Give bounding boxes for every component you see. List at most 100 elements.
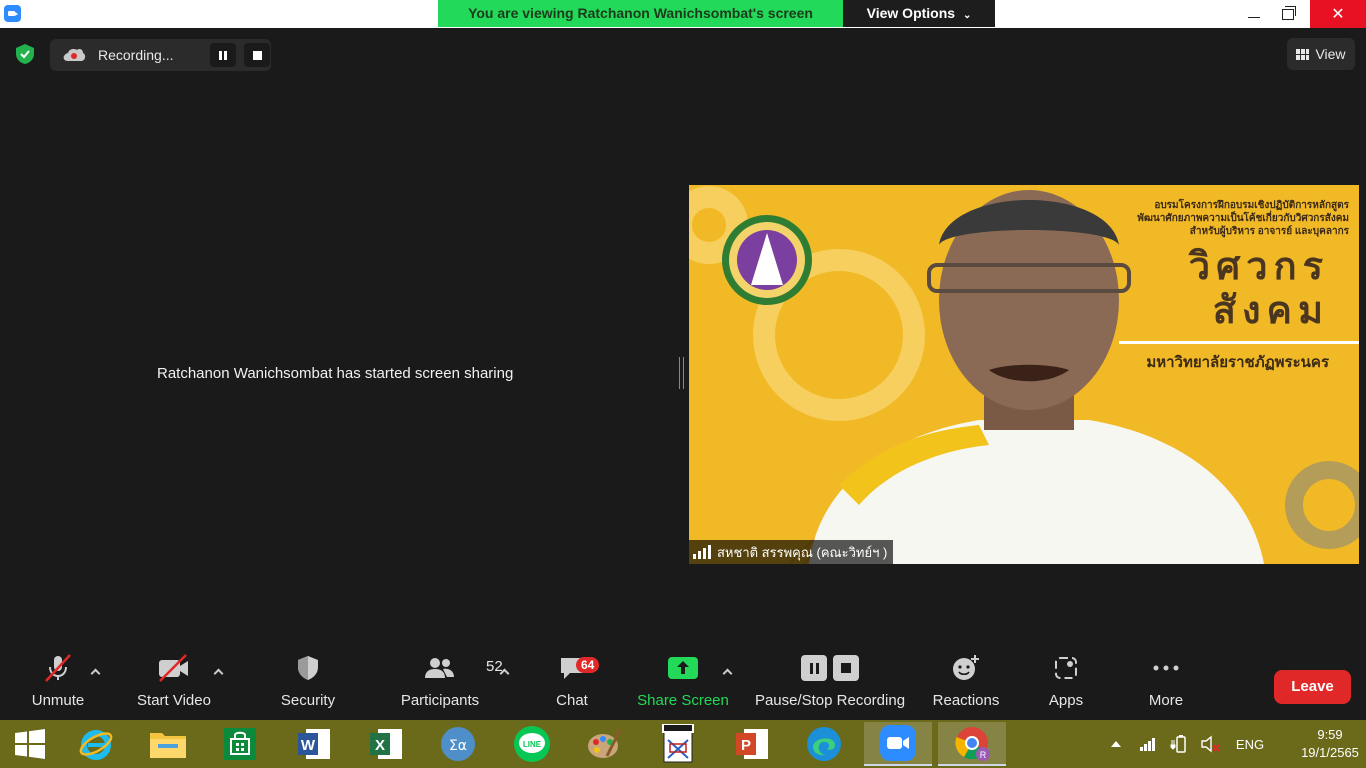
more-dots-icon [1153,665,1179,671]
svg-text:P: P [741,737,751,754]
windows-taskbar: W X Σα LINE P R ENG 9:59 19/1/2565 [0,720,1366,768]
taskbar-word[interactable]: W [280,722,348,766]
start-button[interactable] [0,722,60,766]
chrome-icon: R [955,727,990,761]
reactions-button[interactable]: Reactions [930,648,1002,720]
video-banner-university: มหาวิทยาลัยราชภัฏพระนคร [1146,354,1329,371]
participants-options-caret[interactable] [499,668,511,680]
windows-logo-icon [15,729,45,759]
participant-name: สหชาติ สรรพคุณ (คณะวิทย์ฯ ) [717,544,888,560]
taskbar-powerpoint[interactable]: P [718,722,786,766]
svg-text:LINE: LINE [523,740,542,749]
video-banner-title-line: พัฒนาศักยภาพความเป็นโค้ชเกี่ยวกับวิศวกรส… [1137,213,1349,224]
taskbar-clock[interactable]: 9:59 19/1/2565 [1300,726,1360,762]
participants-icon [425,658,454,678]
svg-text:R: R [980,750,987,760]
taskbar-excel[interactable]: X [352,722,420,766]
caret-up-icon [722,668,733,679]
svg-text:Σα: Σα [449,738,467,754]
pause-stop-recording-label: Pause/Stop Recording [754,692,906,709]
participants-button[interactable]: 52 Participants [398,648,503,720]
folder-icon [150,733,186,758]
reactions-smiley-icon [953,655,979,680]
pause-recording-button[interactable] [210,43,236,67]
chevron-up-icon [1111,741,1121,747]
volume-tray-icon[interactable] [1198,720,1222,768]
show-hidden-icons-button[interactable] [1104,720,1128,768]
share-screen-icon [668,657,698,679]
video-banner-title-line: อบรมโครงการฝึกอบรมเชิงปฏิบัติการหลักสูตร [1154,200,1349,211]
excel-icon: X [370,729,402,759]
security-button[interactable]: Security [276,648,340,720]
taskbar-paint[interactable] [570,722,638,766]
video-banner-title: อบรมโครงการฝึกอบรมเชิงปฏิบัติการหลักสูตร… [1089,199,1349,238]
unmute-button[interactable]: Unmute [28,648,88,720]
apps-label: Apps [1048,692,1084,709]
connection-signal-icon [693,545,711,559]
more-button[interactable]: More [1142,648,1190,720]
battery-tray-icon[interactable] [1168,720,1192,768]
taskbar-edge[interactable] [790,722,858,766]
title-bar: You are viewing Ratchanon Wanichsombat's… [0,0,1366,28]
taskbar-lisrel[interactable] [644,722,712,766]
taskbar-zoom[interactable] [864,722,932,766]
reactions-label: Reactions [932,692,1000,709]
more-label: More [1148,692,1184,709]
video-background-graphic [689,185,1359,564]
taskbar-line[interactable]: LINE [498,722,566,766]
apps-icon [1055,657,1077,679]
start-video-button[interactable]: Start Video [134,648,214,720]
apps-button[interactable]: Apps [1042,648,1090,720]
cloud-recording-icon [63,49,86,61]
muted-microphone-icon [45,654,71,682]
word-icon: W [298,729,330,759]
video-off-icon [159,654,188,682]
share-options-caret[interactable] [722,668,734,680]
stop-recording-button[interactable] [244,43,270,67]
meeting-area: Recording... View Ratchanon Wanichsombat… [0,28,1366,720]
recording-label: Recording... [98,47,174,63]
view-options-label: View Options [866,5,956,21]
panel-resize-handle[interactable] [679,357,684,389]
taskbar-store[interactable] [206,722,274,766]
lisrel-icon [662,724,694,763]
battery-plug-icon [1170,735,1186,753]
participant-video-tile[interactable]: อบรมโครงการฝึกอบรมเชิงปฏิบัติการหลักสูตร… [689,185,1359,564]
maximize-button[interactable] [1268,0,1308,28]
caret-up-icon [499,668,510,679]
recording-indicator: Recording... [50,39,271,71]
taskbar-file-explorer[interactable] [134,722,202,766]
video-banner-headline: วิศวกร สังคม [1189,245,1329,333]
chat-button[interactable]: 64 Chat [548,648,600,720]
unmute-label: Unmute [31,692,85,709]
taskbar-chrome[interactable]: R [938,722,1006,766]
screen-share-message: Ratchanon Wanichsombat has started scree… [157,365,514,382]
restore-icon [1282,5,1296,20]
grid-view-icon [1296,48,1310,60]
participants-label: Participants [400,692,480,709]
volume-muted-icon [1201,735,1220,753]
participant-name-tag: สหชาติ สรรพคุณ (คณะวิทย์ฯ ) [689,540,894,564]
audio-options-caret[interactable] [90,668,102,680]
network-tray-icon[interactable] [1136,720,1160,768]
leave-button[interactable]: Leave [1274,670,1351,704]
stop-icon [252,50,262,60]
view-button[interactable]: View [1287,38,1355,70]
view-options-button[interactable]: View Options ⌄ [843,0,995,27]
pause-stop-recording-button[interactable]: Pause/Stop Recording [754,648,906,720]
video-options-caret[interactable] [213,668,225,680]
caret-up-icon [213,668,224,679]
edge-browser-icon [807,727,841,761]
video-banner-headline-line: วิศวกร [1188,246,1329,288]
taskbar-internet-explorer[interactable] [62,722,130,766]
clock-date: 19/1/2565 [1301,745,1359,760]
video-banner-headline-line: สังคม [1212,290,1329,332]
pause-recording-icon [801,655,827,681]
share-screen-button[interactable]: Share Screen [636,648,730,720]
close-button[interactable]: ✕ [1310,0,1366,28]
language-indicator[interactable]: ENG [1230,720,1270,768]
encryption-shield-icon[interactable] [14,43,36,65]
zoom-icon [880,725,916,761]
zoom-app-icon [4,5,21,22]
taskbar-math-input[interactable]: Σα [424,722,492,766]
